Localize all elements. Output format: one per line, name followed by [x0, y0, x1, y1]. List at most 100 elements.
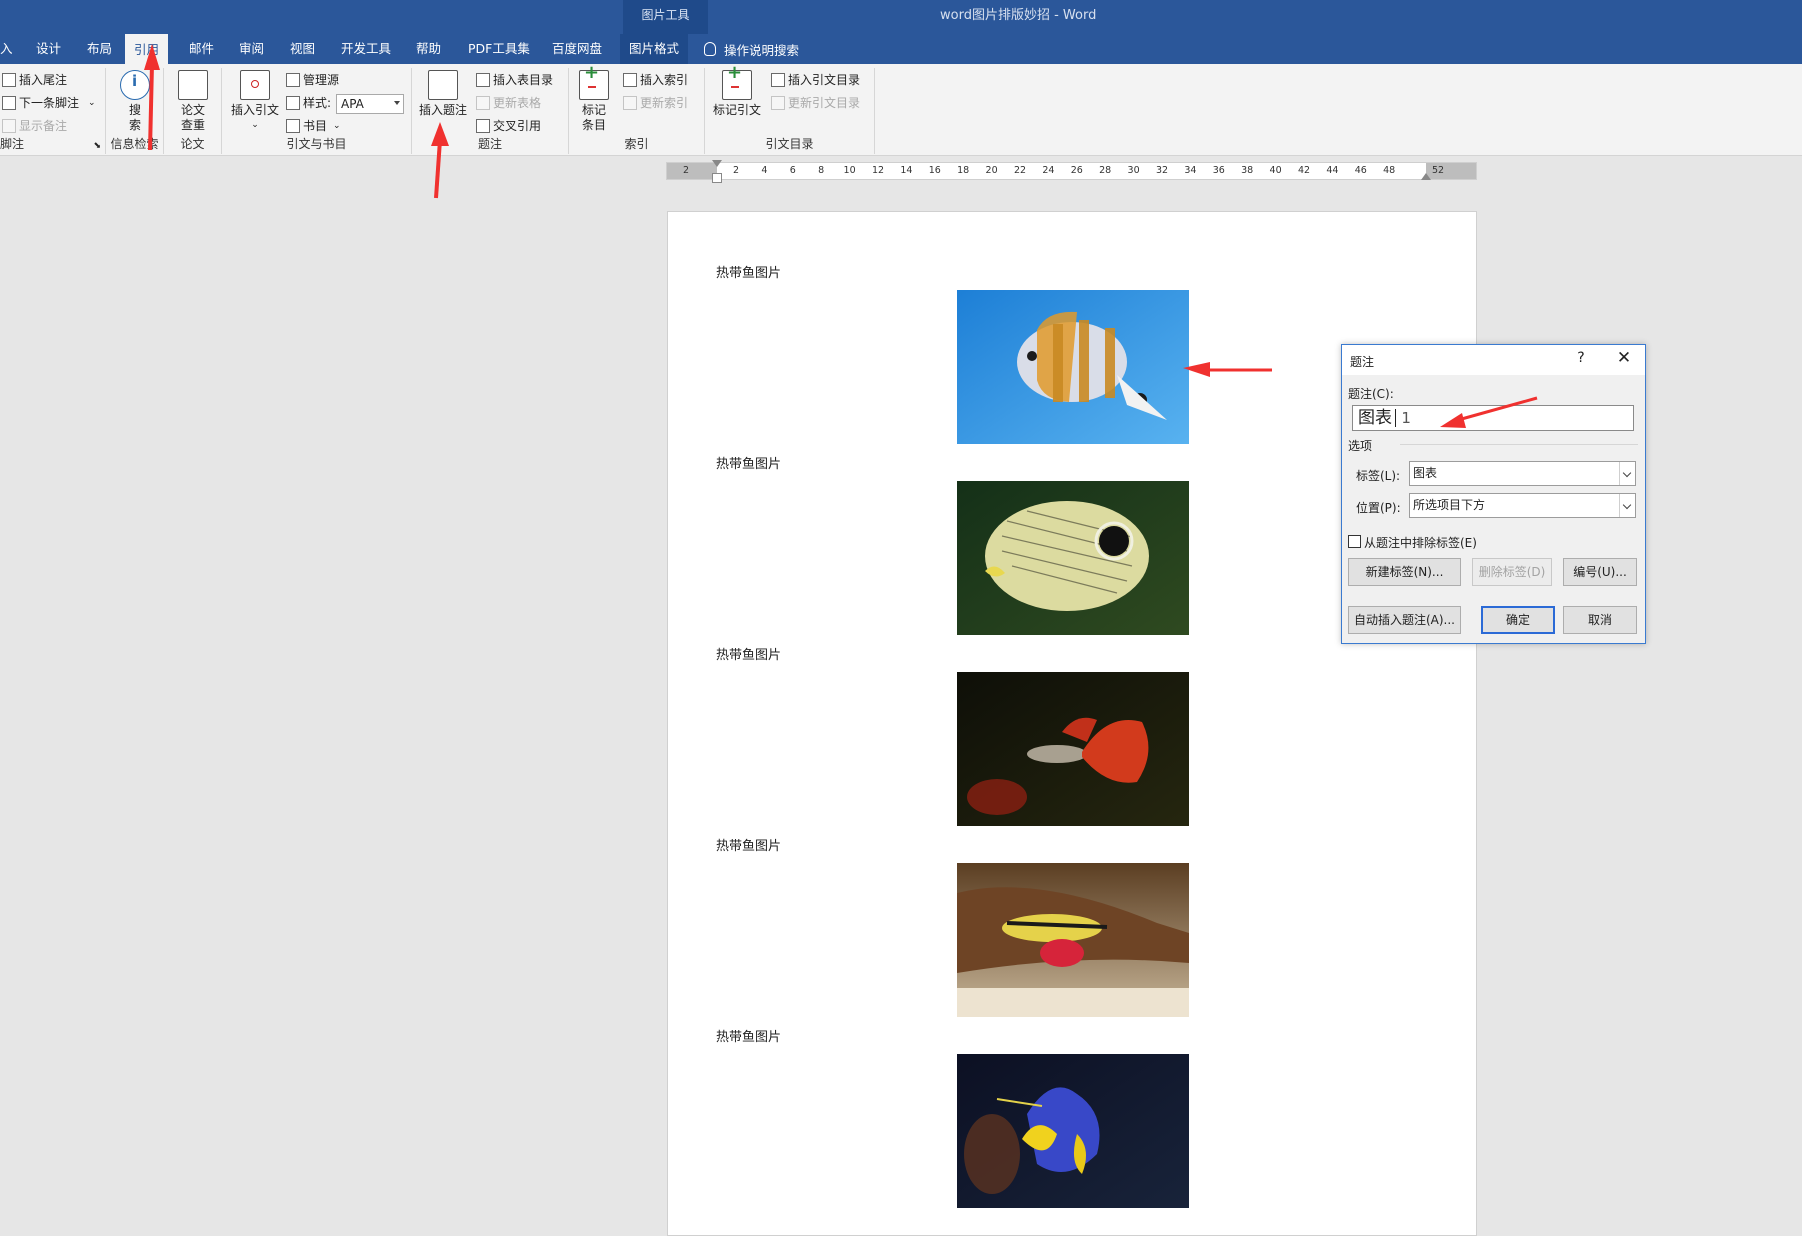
- fish-caption-1[interactable]: 热带鱼图片: [716, 262, 781, 281]
- fish-image-2[interactable]: [957, 481, 1189, 635]
- position-field-label: 位置(P):: [1356, 501, 1401, 515]
- fish-caption-2[interactable]: 热带鱼图片: [716, 453, 781, 472]
- ribbon-tabs: 入 设计 布局 引用 邮件 审阅 视图 开发工具 帮助 PDF工具集 百度网盘 …: [0, 34, 1802, 64]
- position-select-value: 所选项目下方: [1413, 498, 1486, 512]
- update-table-icon: [476, 96, 490, 110]
- chevron-down-icon[interactable]: [1619, 494, 1635, 517]
- exclude-label-checkbox[interactable]: [1348, 535, 1361, 548]
- first-line-indent-marker[interactable]: [712, 160, 722, 167]
- label-select-value: 图表: [1413, 466, 1438, 480]
- numbering-button[interactable]: 编号(U)...: [1563, 558, 1637, 586]
- insert-index-icon: [623, 73, 637, 87]
- manage-sources-button[interactable]: 管理源: [286, 70, 339, 90]
- update-index-button[interactable]: 更新索引: [623, 93, 688, 113]
- ruler-number: 40: [1269, 165, 1282, 176]
- chevron-down-icon[interactable]: [1619, 462, 1635, 485]
- fish-caption-3[interactable]: 热带鱼图片: [716, 644, 781, 663]
- ruler-number: 10: [843, 165, 856, 176]
- tell-me-search[interactable]: 操作说明搜索: [704, 34, 799, 64]
- tab-picture-format[interactable]: 图片格式: [620, 34, 689, 64]
- position-select[interactable]: 所选项目下方: [1409, 493, 1636, 518]
- style-icon: [286, 96, 300, 110]
- left-indent-marker[interactable]: [712, 173, 722, 183]
- group-captions: 插入题注 插入表目录 更新表格 交叉引用 题注: [412, 68, 569, 154]
- chevron-down-icon: ⌄: [333, 121, 341, 131]
- bibliography-button[interactable]: 书目 ⌄: [286, 116, 341, 136]
- ruler-number: 34: [1184, 165, 1197, 176]
- ruler-number: 44: [1326, 165, 1339, 176]
- ok-button[interactable]: 确定: [1481, 606, 1555, 634]
- mark-citation-button[interactable]: + 标记引文: [709, 64, 765, 118]
- group-research: i 搜 索 信息检索: [106, 68, 164, 154]
- ribbon: 插入尾注 下一条脚注 ⌄ 显示备注 脚注 ⬊ i 搜 索 信息检索 论文 查重 …: [0, 64, 1802, 156]
- fish-image-1[interactable]: [957, 290, 1189, 444]
- chevron-down-icon: ⌄: [88, 98, 96, 108]
- tab-developer[interactable]: 开发工具: [332, 34, 400, 64]
- show-notes-icon: [2, 119, 16, 133]
- tab-review[interactable]: 审阅: [230, 34, 273, 64]
- dialog-launcher-icon[interactable]: ⬊: [93, 141, 101, 151]
- angelfish-image: [957, 1054, 1189, 1208]
- tab-design[interactable]: 设计: [27, 34, 70, 64]
- insert-caption-button[interactable]: 插入题注: [418, 70, 468, 118]
- citation-style-select[interactable]: APA: [336, 94, 404, 114]
- help-icon[interactable]: ?: [1573, 350, 1589, 366]
- update-index-label: 更新索引: [640, 96, 689, 110]
- ruler-number: 22: [1013, 165, 1027, 176]
- fish-caption-4[interactable]: 热带鱼图片: [716, 835, 781, 854]
- insert-index-button[interactable]: 插入索引: [623, 70, 688, 90]
- dialog-title-bar: 题注 ? ✕: [1342, 345, 1645, 375]
- title-bar: 图片工具 word图片排版妙招 - Word: [0, 0, 1802, 34]
- fish-image-4[interactable]: [957, 863, 1189, 1017]
- search-button[interactable]: i 搜 索: [118, 70, 152, 133]
- update-table-button[interactable]: 更新表格: [476, 93, 541, 113]
- ruler-number: 4: [761, 165, 768, 176]
- insert-table-of-figures-button[interactable]: 插入表目录: [476, 70, 553, 90]
- auto-caption-button[interactable]: 自动插入题注(A)...: [1348, 606, 1461, 634]
- next-footnote-button[interactable]: 下一条脚注 ⌄: [2, 93, 96, 113]
- tab-help[interactable]: 帮助: [407, 34, 450, 64]
- options-divider: [1400, 444, 1638, 445]
- update-toa-button[interactable]: 更新引文目录: [771, 93, 860, 113]
- right-indent-marker[interactable]: [1421, 173, 1431, 180]
- insert-endnote-label: 插入尾注: [19, 73, 68, 87]
- paper-check-button[interactable]: 论文 查重: [174, 70, 212, 133]
- fish-image-5[interactable]: [957, 1054, 1189, 1208]
- new-label-button[interactable]: 新建标签(N)...: [1348, 558, 1461, 586]
- horizontal-ruler[interactable]: 2 2 4 6 8 10 12 14 16 18 20 22 24 26 28 30 32 34 36 38 40 42 4…: [666, 160, 1477, 183]
- cross-reference-button[interactable]: 交叉引用: [476, 116, 541, 136]
- paper-check-line2: 查重: [180, 118, 205, 132]
- ruler-number: 16: [928, 165, 941, 176]
- tab-references[interactable]: 引用: [125, 34, 169, 64]
- insert-toa-button[interactable]: 插入引文目录: [771, 70, 860, 90]
- tab-baidu-netdisk[interactable]: 百度网盘: [543, 34, 611, 64]
- ruler-number: 6: [789, 165, 796, 176]
- show-notes-button[interactable]: 显示备注: [2, 116, 67, 136]
- insert-citation-button[interactable]: 插入引文 ⌄: [230, 70, 280, 133]
- insert-caption-label: 插入题注: [418, 103, 467, 117]
- close-icon[interactable]: ✕: [1615, 348, 1633, 368]
- tab-view[interactable]: 视图: [281, 34, 324, 64]
- group-toa-label: 引文目录: [765, 137, 814, 151]
- ruler-number: 42: [1297, 165, 1311, 176]
- caption-input[interactable]: 图表 1: [1352, 405, 1634, 431]
- insert-endnote-button[interactable]: 插入尾注: [2, 70, 67, 90]
- tab-layout[interactable]: 布局: [78, 34, 121, 64]
- ruler-number: 28: [1099, 165, 1112, 176]
- fish-caption-5[interactable]: 热带鱼图片: [716, 1026, 781, 1045]
- fish-image-3[interactable]: [957, 672, 1189, 826]
- caption-number: 1: [1401, 409, 1411, 427]
- tab-pdf-tools[interactable]: PDF工具集: [459, 34, 539, 64]
- mark-entry-icon: +: [579, 64, 609, 100]
- tab-insert-partial[interactable]: 入: [0, 34, 22, 64]
- style-label-text: 样式:: [303, 96, 332, 110]
- tell-me-label: 操作说明搜索: [724, 42, 800, 58]
- update-toa-label: 更新引文目录: [788, 96, 861, 110]
- label-select[interactable]: 图表: [1409, 461, 1636, 486]
- insert-index-label: 插入索引: [640, 73, 689, 87]
- cancel-button[interactable]: 取消: [1563, 606, 1637, 634]
- delete-label-button[interactable]: 删除标签(D): [1472, 558, 1552, 586]
- tab-mailings[interactable]: 邮件: [180, 34, 223, 64]
- cross-reference-label: 交叉引用: [493, 119, 542, 133]
- mark-entry-button[interactable]: + 标记 条目: [575, 64, 613, 133]
